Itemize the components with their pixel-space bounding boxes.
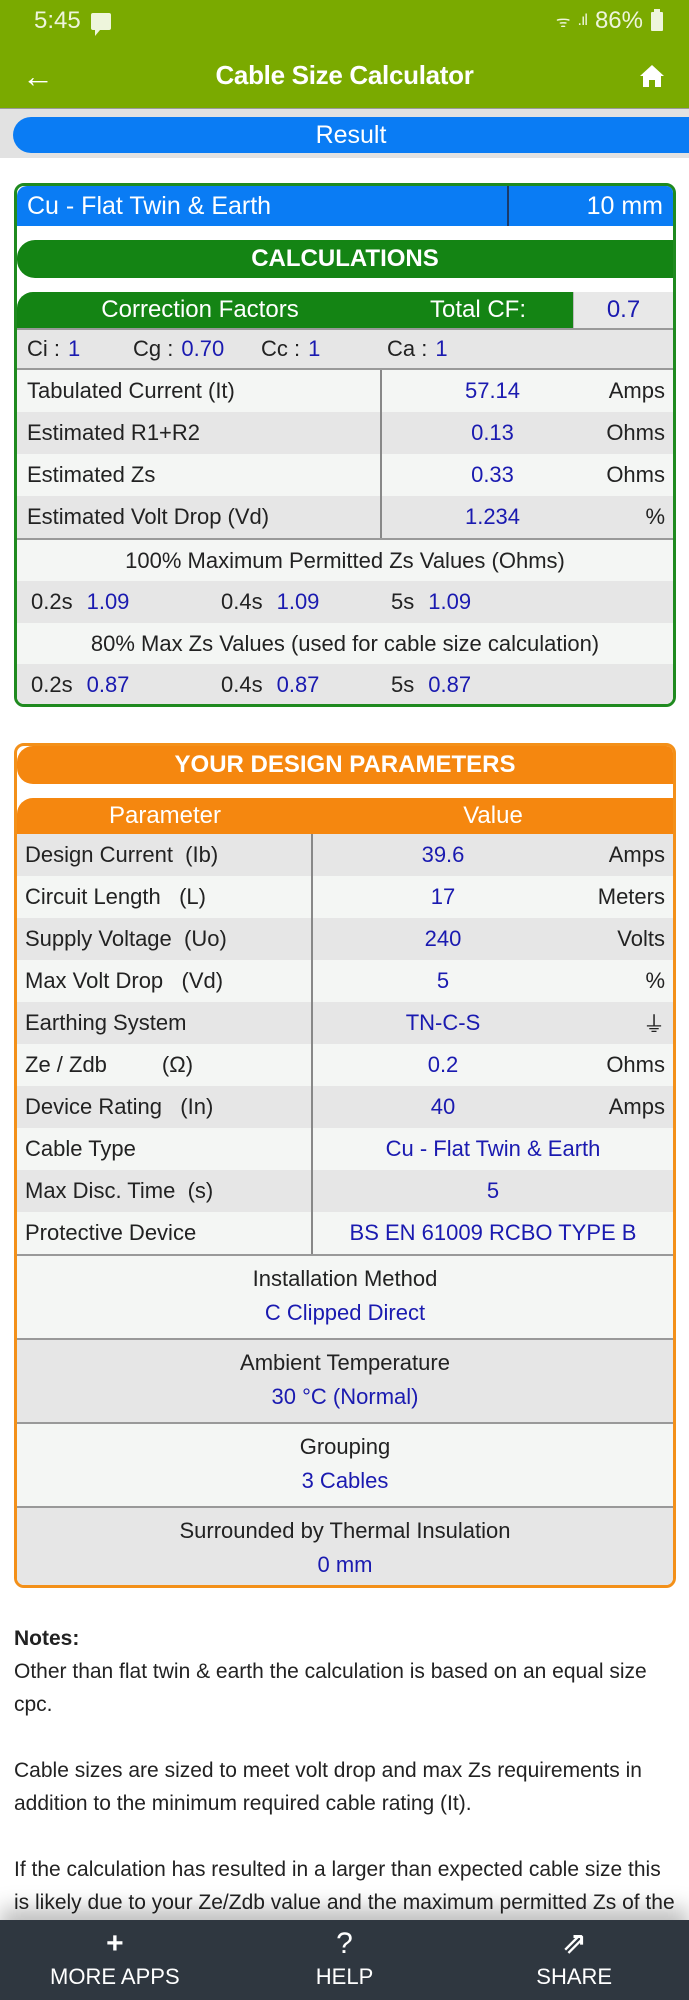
column-value: Value	[463, 802, 523, 829]
table-row: Design Current (Ib) 39.6 Amps	[17, 834, 673, 876]
battery-percent: 86%	[594, 7, 643, 34]
correction-factors-label: Correction Factors	[101, 296, 299, 323]
more-apps-button[interactable]: + MORE APPS	[0, 1920, 230, 2000]
parameters-table-header: Parameter Value	[17, 798, 673, 834]
design-parameters-header: YOUR DESIGN PARAMETERS	[17, 746, 673, 784]
share-icon: ⇗	[561, 1927, 587, 1960]
zs-80-title: 80% Max Zs Values (used for cable size c…	[17, 623, 673, 664]
table-row: Estimated Volt Drop (Vd) 1.234%	[17, 496, 673, 538]
table-row: Supply Voltage (Uo) 240 Volts	[17, 918, 673, 960]
grouping: Grouping 3 Cables	[17, 1422, 673, 1506]
table-row: Cable Type Cu - Flat Twin & Earth	[17, 1128, 673, 1170]
signal-icon: .ıl	[577, 12, 589, 29]
calculations-header: CALCULATIONS	[17, 240, 673, 278]
design-parameters-card: YOUR DESIGN PARAMETERS Parameter Value D…	[14, 743, 676, 1588]
total-cf-label: Total CF:	[429, 296, 527, 323]
correction-factors-header: Correction Factors Total CF: 0.7	[17, 292, 673, 328]
thermal-insulation: Surrounded by Thermal Insulation 0 mm	[17, 1506, 673, 1585]
help-icon: ?	[336, 1927, 353, 1960]
factor-cg: Cg :0.70	[133, 336, 225, 361]
earth-icon: ⏚	[642, 1012, 665, 1037]
plus-icon: +	[106, 1927, 124, 1960]
factor-ci: Ci :1	[27, 336, 81, 361]
installation-method: Installation Method C Clipped Direct	[17, 1254, 673, 1338]
cable-type: Cu - Flat Twin & Earth	[17, 186, 509, 226]
status-time: 5:45	[34, 7, 81, 34]
calculation-results: Tabulated Current (It) 57.14 Amps Estimate…	[17, 368, 673, 540]
table-row: Estimated Zs 0.33 Ohms	[17, 454, 673, 496]
arrow-left-icon[interactable]: ←	[22, 58, 54, 95]
table-row: Device Rating (In) 40 Amps	[17, 1086, 673, 1128]
result-tab[interactable]: Result	[13, 117, 689, 153]
app-bar: 5:45 ᯤ .ıl 86% ← Cable Size Calculator	[0, 0, 689, 108]
cable-size: 10 mm	[586, 191, 663, 220]
column-parameter: Parameter	[108, 802, 222, 829]
calculations-card: Cu - Flat Twin & Earth 10 mm CALCULATION…	[14, 183, 676, 707]
factor-cc: Cc :1	[261, 336, 321, 361]
notes-heading: Notes:	[14, 1627, 80, 1650]
battery-icon	[651, 8, 663, 31]
home-icon[interactable]	[639, 64, 665, 88]
result-strip: Result	[0, 108, 689, 158]
wifi-icon: ᯤ	[555, 14, 571, 31]
zs-80-values: 0.2s 0.87 0.4s 0.87 5s 0.87	[17, 664, 673, 704]
table-row: Tabulated Current (It) 57.14 Amps	[17, 370, 673, 412]
bottom-nav: + MORE APPS ? HELP ⇗ SHARE	[0, 1920, 689, 2000]
parameters-table: Design Current (Ib) 39.6 Amps Circuit Leng…	[17, 834, 673, 1254]
note-paragraph: Cable sizes are sized to meet volt drop …	[14, 1759, 642, 1815]
help-button[interactable]: ? HELP	[230, 1920, 460, 2000]
message-icon	[90, 12, 111, 36]
share-button[interactable]: ⇗ SHARE	[459, 1920, 689, 2000]
table-row: Ze / Zdb (Ω) 0.2 Ohms	[17, 1044, 673, 1086]
table-row: Max Disc. Time (s) 5	[17, 1170, 673, 1212]
zs-100-values: 0.2s 1.09 0.4s 1.09 5s 1.09	[17, 581, 673, 623]
factor-ca: Ca :1	[387, 336, 448, 361]
note-paragraph: Other than flat twin & earth the calcula…	[14, 1660, 647, 1716]
cable-result-row: Cu - Flat Twin & Earth 10 mm	[17, 186, 673, 226]
table-row: Estimated R1+R2 0.13 Ohms	[17, 412, 673, 454]
total-cf-value: 0.7	[573, 292, 673, 328]
page-title: Cable Size Calculator	[215, 59, 474, 90]
ambient-temperature: Ambient Temperature 30 °C (Normal)	[17, 1338, 673, 1422]
zs-100-title: 100% Maximum Permitted Zs Values (Ohms)	[17, 540, 673, 581]
correction-factors-row: Ci :1 Cg :0.70 Cc :1 Ca :1	[17, 328, 673, 368]
status-bar: 5:45 ᯤ .ıl 86%	[0, 0, 689, 42]
table-row: Circuit Length (L) 17 Meters	[17, 876, 673, 918]
table-row: Protective Device BS EN 61009 RCBO TYPE B	[17, 1212, 673, 1254]
table-row: Earthing System TN-C-S ⏚	[17, 1002, 673, 1044]
table-row: Max Volt Drop (Vd) 5%	[17, 960, 673, 1002]
